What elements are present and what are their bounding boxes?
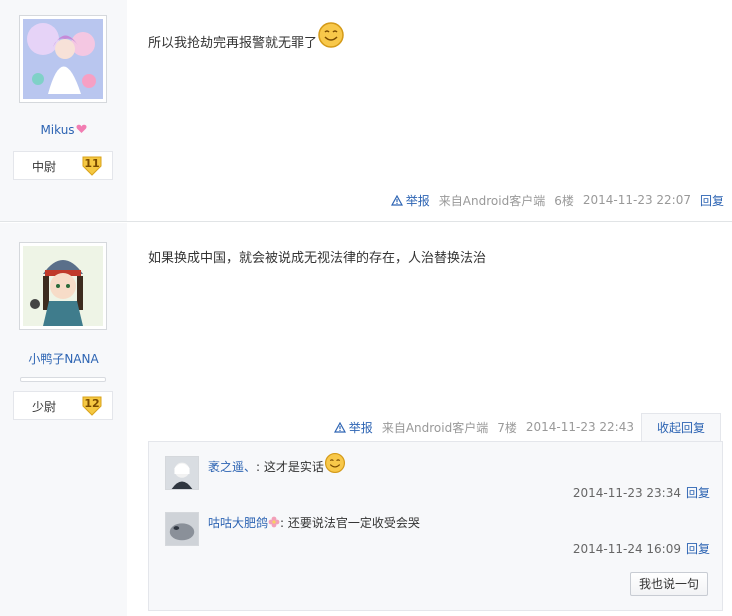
post-content: 如果换成中国，就会被说成无视法律的存在，人治替换法治: [148, 247, 486, 266]
heart-icon: [76, 124, 87, 133]
reply-body: 咕咕大肥鸽: 还要说法官一定收受会哭: [208, 514, 420, 531]
reply-meta: 2014-11-23 23:34 回复: [573, 484, 710, 501]
reply-item: 咕咕大肥鸽: 还要说法官一定收受会哭 2014-11-24 16:09 回复: [165, 512, 710, 556]
reply-meta: 2014-11-24 16:09 回复: [573, 540, 710, 557]
reply-item: 袤之遥、: 这才是实话 2014-11-23 23:34 回复: [165, 452, 710, 500]
username[interactable]: Mikus: [0, 123, 127, 137]
flower-icon: [268, 516, 280, 528]
report-label: 举报: [348, 420, 373, 435]
report-link[interactable]: 举报: [390, 192, 430, 209]
level-number: 11: [84, 157, 100, 170]
user-sidebar: 小鸭子NANA 少尉 12: [0, 223, 127, 616]
post-text: 如果换成中国，就会被说成无视法律的存在，人治替换法治: [148, 251, 487, 266]
user-avatar[interactable]: [19, 15, 107, 103]
rank-name: 中尉: [32, 160, 57, 174]
warning-triangle-icon: [333, 421, 346, 433]
reply-link[interactable]: 回复: [686, 486, 710, 500]
reply-time: 2014-11-23 23:34: [572, 486, 681, 500]
username-text[interactable]: Mikus: [40, 123, 74, 137]
avatar-image: [23, 246, 103, 326]
username-text[interactable]: 小鸭子NANA: [28, 352, 98, 366]
floor-number: 6楼: [554, 193, 574, 208]
reply-username[interactable]: 袤之遥、: [208, 460, 256, 474]
warning-triangle-icon: [390, 194, 403, 206]
rank-name: 少尉: [32, 400, 57, 414]
rank-box[interactable]: 中尉 11: [13, 151, 113, 180]
reply-username[interactable]: 咕咕大肥鸽: [208, 516, 268, 530]
reply-separator: :: [256, 460, 261, 474]
reply-separator: :: [280, 516, 285, 530]
reply-body: 袤之遥、: 这才是实话: [208, 452, 346, 475]
post-source: 来自Android客户端: [438, 193, 546, 208]
reply-text: 还要说法官一定收受会哭: [287, 516, 420, 530]
floor-number: 7楼: [497, 420, 517, 435]
exp-progress-bar: [20, 377, 106, 382]
post-tail: 举报 来自Android客户端 6楼 2014-11-23 22:07 回复: [390, 190, 724, 210]
user-avatar[interactable]: [19, 242, 107, 330]
post-tail: 举报 来自Android客户端 7楼 2014-11-23 22:43: [333, 417, 634, 437]
reply-link[interactable]: 回复: [686, 542, 710, 556]
smile-emoticon-icon: [318, 21, 344, 48]
reply-time: 2014-11-24 16:09: [572, 542, 681, 556]
post-time: 2014-11-23 22:43: [525, 420, 634, 434]
reply-link[interactable]: 回复: [700, 192, 724, 209]
report-link[interactable]: 举报: [333, 419, 373, 436]
post-source: 来自Android客户端: [381, 420, 489, 435]
post-floor-7: 小鸭子NANA 少尉 12 如果换成中国，就会被说成无视法律的存在，人治替换法治…: [0, 223, 732, 616]
reply-panel: 袤之遥、: 这才是实话 2014-11-23 23:34 回复 咕咕大肥鸽: 还要…: [148, 441, 723, 611]
avatar-image: [23, 19, 103, 99]
post-content: 所以我抢劫完再报警就无罪了: [148, 21, 345, 51]
user-sidebar: Mikus 中尉 11: [0, 0, 127, 221]
report-label: 举报: [405, 193, 430, 208]
post-floor-6: Mikus 中尉 11 所以我抢劫完再报警就无罪了 举报 来自Android客户…: [0, 0, 732, 222]
level-number: 12: [84, 397, 100, 410]
fold-replies-button[interactable]: 收起回复: [641, 413, 721, 442]
post-text: 所以我抢劫完再报警就无罪了: [148, 36, 318, 51]
add-reply-button[interactable]: 我也说一句: [630, 572, 708, 596]
reply-text: 这才是实话: [263, 460, 324, 474]
rank-box[interactable]: 少尉 12: [13, 391, 113, 420]
username[interactable]: 小鸭子NANA: [0, 350, 127, 367]
reply-avatar[interactable]: [165, 456, 199, 490]
smile-emoticon-icon: [324, 452, 345, 473]
post-time: 2014-11-23 22:07: [582, 193, 691, 207]
reply-avatar[interactable]: [165, 512, 199, 546]
